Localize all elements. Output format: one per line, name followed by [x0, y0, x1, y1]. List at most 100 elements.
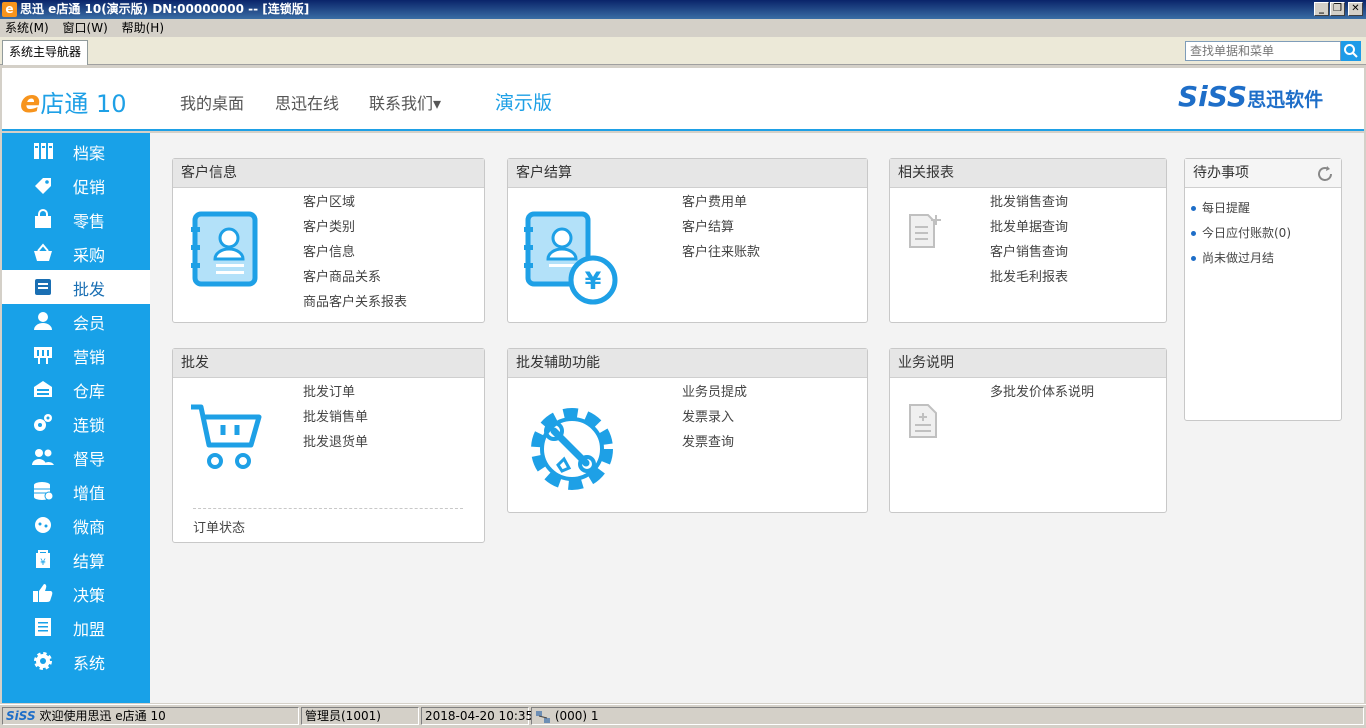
link-customer-product-relation[interactable]: 客户商品关系 [303, 265, 407, 290]
sidebar-item-marketing[interactable]: 营销 [2, 338, 150, 372]
panel-customer-settlement: 客户结算 ¥ 客户费用单 客户结算 客户往来账款 [507, 158, 868, 323]
brand-logo: SiSS思迅软件 [1178, 80, 1324, 113]
todo-item[interactable]: 每日提醒 [1191, 196, 1341, 221]
network-icon [535, 710, 551, 724]
sidebar-item-label: 营销 [73, 348, 106, 367]
tag-icon [32, 175, 54, 195]
link-customer-settlement[interactable]: 客户结算 [682, 215, 760, 240]
title-bar: e 思迅 e店通 10(演示版) DN:00000000 -- [连锁版] _ … [0, 0, 1366, 19]
link-customer-region[interactable]: 客户区域 [303, 190, 407, 215]
link-salesperson-commission[interactable]: 业务员提成 [682, 380, 747, 405]
sidebar-item-system[interactable]: 系统 [2, 644, 150, 678]
menu-window[interactable]: 窗口(W) [58, 19, 113, 37]
edition-label: 演示版 [495, 92, 553, 114]
link-multi-price-system[interactable]: 多批发价体系说明 [990, 380, 1094, 405]
nav-contact-us[interactable]: 联系我们▾ [369, 90, 441, 114]
panel-wholesale: 批发 批发订单 批发销售单 批发退货单 订单状态 [172, 348, 485, 543]
link-wholesale-order[interactable]: 批发订单 [303, 380, 368, 405]
sidebar-item-member[interactable]: 会员 [2, 304, 150, 338]
sidebar-item-warehouse[interactable]: 仓库 [2, 372, 150, 406]
link-wholesale-sales-doc[interactable]: 批发销售单 [303, 405, 368, 430]
sidebar-item-settlement[interactable]: ¥ 结算 [2, 542, 150, 576]
panel-title: 业务说明 [890, 349, 1166, 378]
supervisor-icon [32, 447, 54, 467]
sidebar-item-label: 仓库 [73, 382, 106, 401]
sidebar-item-label: 会员 [73, 314, 106, 333]
todo-item[interactable]: 尚未做过月结 [1191, 246, 1341, 271]
todo-item[interactable]: 今日应付账款(0) [1191, 221, 1341, 246]
tab-main-navigator[interactable]: 系统主导航器 [2, 40, 89, 65]
coins-icon [32, 481, 54, 501]
chat-icon [32, 515, 54, 535]
link-wholesale-profit-report[interactable]: 批发毛利报表 [990, 265, 1068, 290]
bullet-icon [1191, 256, 1196, 261]
report-doc-icon [908, 213, 942, 252]
status-user: 管理员(1001) [301, 707, 419, 725]
main-content: 客户信息 客户区域 客户类别 客户信息 客户商品关系 商品客户关系报表 客户结算… [150, 133, 1364, 703]
status-welcome: SiSS 欢迎使用思迅 e店通 10 [2, 707, 299, 725]
close-button[interactable]: ✕ [1348, 2, 1363, 16]
link-wholesale-doc-query[interactable]: 批发单据查询 [990, 215, 1068, 240]
nav-my-desktop[interactable]: 我的桌面 [180, 90, 244, 114]
panel-customer-info: 客户信息 客户区域 客户类别 客户信息 客户商品关系 商品客户关系报表 [172, 158, 485, 323]
link-customer-expense[interactable]: 客户费用单 [682, 190, 760, 215]
panel-title: 批发 [173, 349, 484, 378]
sidebar-item-label: 采购 [73, 246, 106, 265]
menu-system[interactable]: 系统(M) [0, 19, 54, 37]
tab-strip: 系统主导航器 [0, 37, 1366, 65]
sidebar-item-value-added[interactable]: 增值 [2, 474, 150, 508]
menu-help[interactable]: 帮助(H) [117, 19, 169, 37]
contact-card-icon [189, 209, 263, 292]
thumbs-up-icon [32, 583, 54, 603]
sidebar-item-label: 加盟 [73, 620, 106, 639]
document-icon [32, 617, 54, 637]
sidebar-item-archive[interactable]: 档案 [2, 134, 150, 168]
panel-title: 相关报表 [890, 159, 1166, 188]
sidebar-item-retail[interactable]: 零售 [2, 202, 150, 236]
minimize-button[interactable]: _ [1314, 2, 1329, 16]
gear-wrench-icon [524, 401, 620, 500]
link-wholesale-sales-query[interactable]: 批发销售查询 [990, 190, 1068, 215]
link-customer-sales-query[interactable]: 客户销售查询 [990, 240, 1068, 265]
billboard-icon [32, 345, 54, 365]
sidebar-item-wholesale[interactable]: 批发 [2, 270, 150, 304]
link-product-customer-report[interactable]: 商品客户关系报表 [303, 290, 407, 315]
window-title: 思迅 e店通 10(演示版) DN:00000000 -- [连锁版] [20, 2, 310, 16]
panel-title: 客户信息 [173, 159, 484, 188]
wholesale-icon [32, 277, 54, 297]
panel-title: 批发辅助功能 [508, 349, 867, 378]
link-customer-category[interactable]: 客户类别 [303, 215, 407, 240]
link-invoice-query[interactable]: 发票查询 [682, 430, 747, 455]
search-input[interactable] [1185, 41, 1341, 61]
nav-siss-online[interactable]: 思迅在线 [275, 90, 339, 114]
shopping-bag-icon [32, 209, 54, 229]
sidebar-item-label: 决策 [73, 586, 106, 605]
link-order-status[interactable]: 订单状态 [193, 517, 245, 536]
sidebar-item-decision[interactable]: 决策 [2, 576, 150, 610]
sidebar-item-purchase[interactable]: 采购 [2, 236, 150, 270]
basket-icon [32, 243, 54, 263]
restore-button[interactable]: ❐ [1330, 2, 1345, 16]
settings-icon [32, 651, 54, 671]
sidebar-item-chain[interactable]: 连锁 [2, 406, 150, 440]
sidebar-item-franchise[interactable]: 加盟 [2, 610, 150, 644]
app-logo-icon: e [2, 2, 17, 17]
link-invoice-entry[interactable]: 发票录入 [682, 405, 747, 430]
sidebar-item-label: 连锁 [73, 416, 106, 435]
refresh-icon[interactable] [1315, 164, 1335, 187]
status-connection: (000) 1 [531, 707, 1364, 725]
sidebar-item-promotion[interactable]: 促销 [2, 168, 150, 202]
note-doc-icon [908, 403, 942, 442]
panel-wholesale-aux: 批发辅助功能 业务员提成 发票录入 发票查询 [507, 348, 868, 513]
status-datetime: 2018-04-20 10:35 [421, 707, 533, 725]
search-icon[interactable] [1341, 41, 1361, 61]
archive-icon [32, 141, 54, 161]
link-customer-accounts[interactable]: 客户往来账款 [682, 240, 760, 265]
sidebar-item-wechat-biz[interactable]: 微商 [2, 508, 150, 542]
sidebar-item-supervise[interactable]: 督导 [2, 440, 150, 474]
svg-text:¥: ¥ [40, 558, 46, 568]
bullet-icon [1191, 231, 1196, 236]
link-customer-info[interactable]: 客户信息 [303, 240, 407, 265]
svg-text:¥: ¥ [585, 267, 602, 295]
link-wholesale-return-doc[interactable]: 批发退货单 [303, 430, 368, 455]
